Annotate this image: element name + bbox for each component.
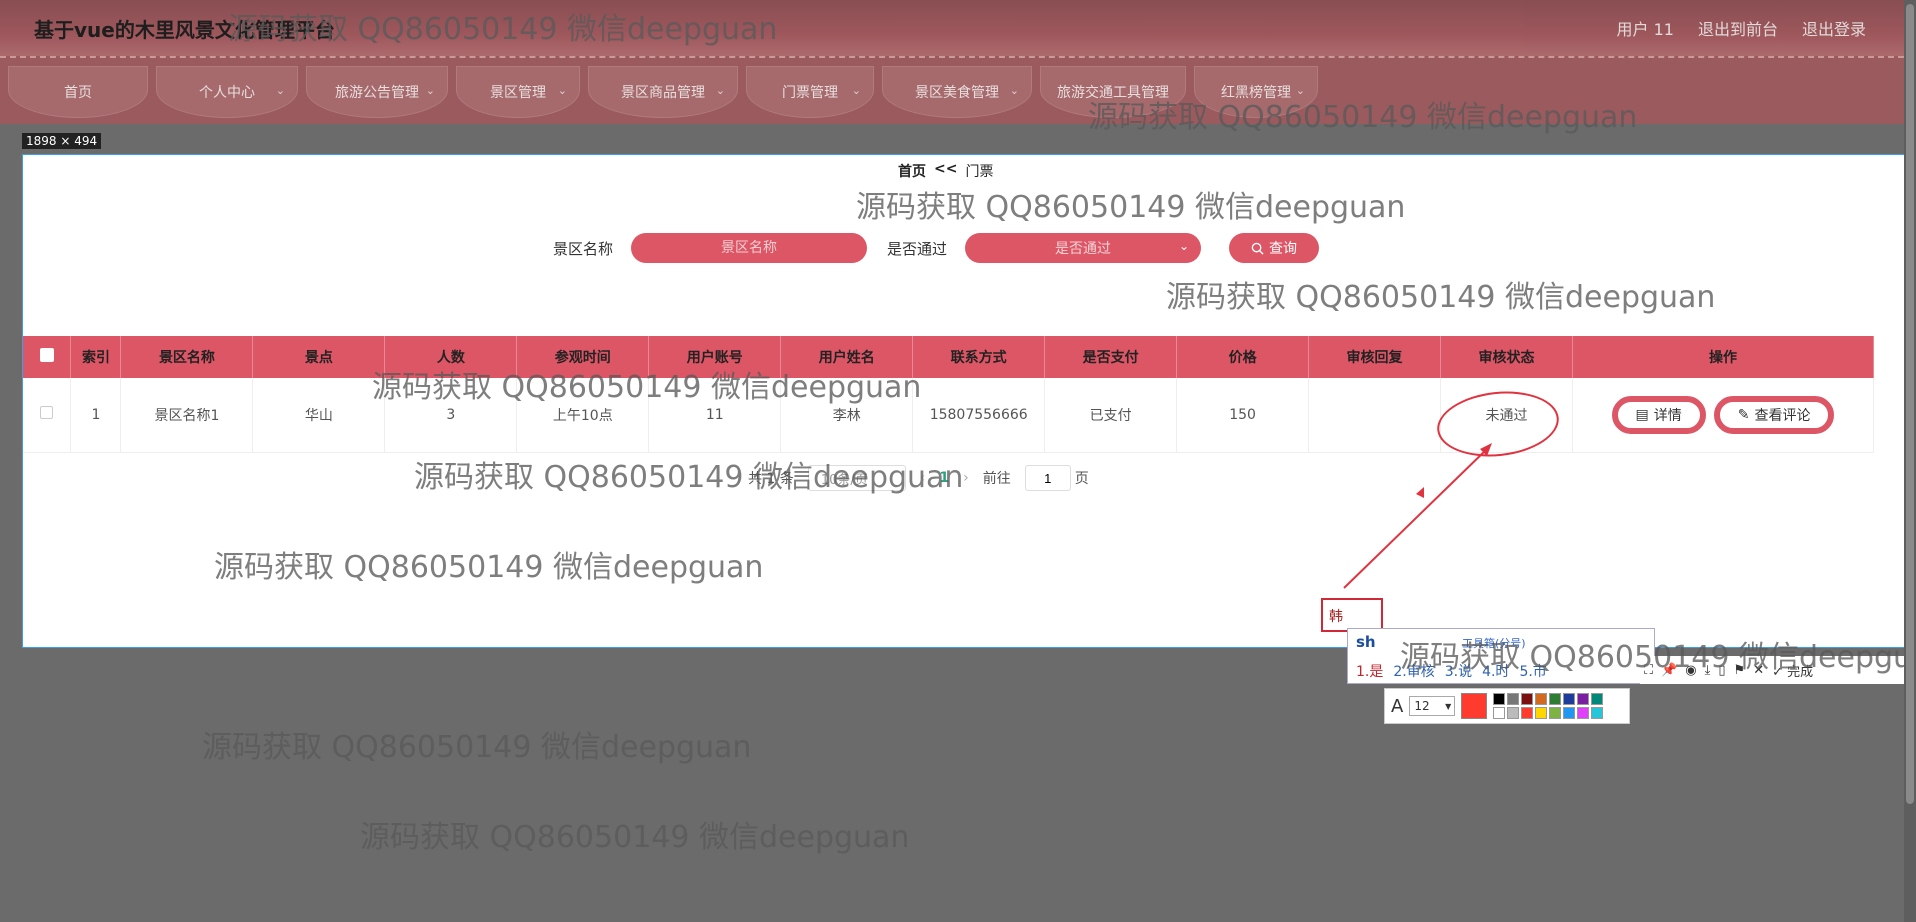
annotation-arrow: [1343, 443, 1492, 589]
close-icon[interactable]: ✕: [1753, 663, 1764, 678]
ime-candidate[interactable]: 1.是: [1356, 661, 1383, 681]
color-toolbar: A 12: [1384, 688, 1630, 724]
page-scrollbar[interactable]: [1904, 0, 1916, 922]
ime-candidate-window: sh 工具箱(分号) 1.是 2.审核 3.说 4.时 5.市: [1347, 628, 1655, 684]
scrollbar-thumb[interactable]: [1906, 4, 1914, 804]
font-size-select[interactable]: 12: [1409, 696, 1456, 716]
ime-candidate[interactable]: 4.时: [1482, 661, 1509, 681]
record-icon[interactable]: ◉: [1685, 663, 1696, 678]
current-color-swatch[interactable]: [1461, 693, 1488, 719]
annotation-text-box[interactable]: 韩: [1321, 598, 1383, 632]
bookmark-icon[interactable]: ⚑: [1734, 663, 1746, 678]
done-button[interactable]: ✓ 完成: [1772, 661, 1813, 680]
ime-candidates: 1.是 2.审核 3.说 4.时 5.市: [1356, 661, 1547, 681]
screenshot-toolbar: ⛶ 📌 ◉ ⤓ ▯ ⚑ ✕ ✓ 完成: [1640, 656, 1916, 684]
download-icon[interactable]: ⤓: [1705, 663, 1711, 678]
ime-hint: 工具箱(分号): [1462, 637, 1526, 650]
ime-code: sh: [1356, 633, 1376, 651]
ime-candidate[interactable]: 5.市: [1519, 661, 1546, 681]
done-label: 完成: [1787, 664, 1814, 680]
ime-candidate[interactable]: 3.说: [1445, 661, 1472, 681]
color-palette: [1493, 693, 1604, 719]
crop-icon[interactable]: ⛶: [1644, 663, 1653, 678]
ime-candidate[interactable]: 2.审核: [1393, 661, 1434, 681]
copy-icon[interactable]: ▯: [1718, 663, 1725, 678]
pin-icon[interactable]: 📌: [1661, 663, 1677, 678]
text-tool-icon[interactable]: A: [1391, 696, 1403, 717]
